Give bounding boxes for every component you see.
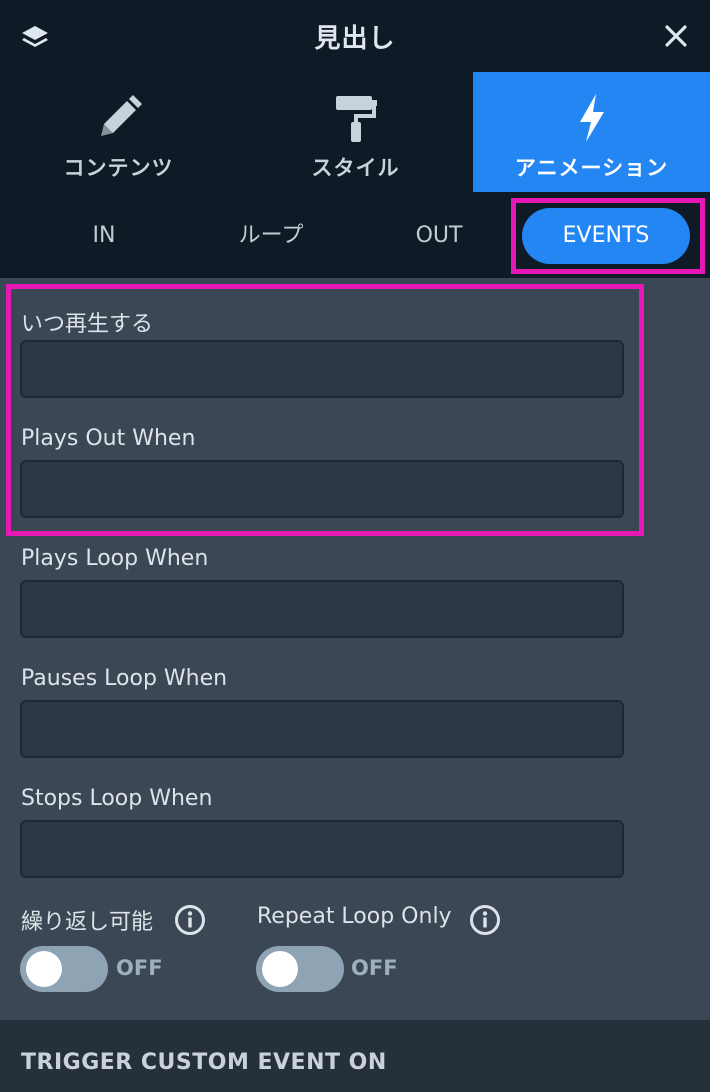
tab-style-label: スタイル [311, 156, 400, 180]
subtab-loop[interactable]: ループ [212, 216, 330, 256]
info-icon[interactable] [174, 904, 206, 936]
pauses-loop-when-input[interactable] [20, 700, 624, 758]
tab-animation-label: アニメーション [514, 156, 669, 180]
tab-animation[interactable]: アニメーション [473, 72, 710, 192]
sub-tabs: IN ループ OUT EVENTS [0, 192, 710, 278]
plays-when-input[interactable] [20, 340, 624, 398]
paint-roller-icon [335, 96, 377, 142]
subtab-events[interactable]: EVENTS [522, 208, 690, 264]
field-label-stops-loop-when: Stops Loop When [21, 786, 213, 811]
main-tabs: コンテンツ スタイル アニメーション [0, 72, 710, 192]
panel-header: 見出し [0, 0, 710, 72]
toggle-knob [262, 951, 298, 987]
section-title: TRIGGER CUSTOM EVENT ON [21, 1050, 387, 1075]
repeatable-toggle-state: OFF [116, 956, 163, 980]
toggle-label-repeatable: 繰り返し可能 [21, 910, 154, 935]
field-label-plays-out-when: Plays Out When [21, 426, 196, 451]
info-icon[interactable] [469, 904, 501, 936]
repeat-loop-only-toggle[interactable] [256, 946, 344, 992]
toggle-knob [26, 951, 62, 987]
subtab-in[interactable]: IN [46, 216, 162, 256]
subtab-out[interactable]: OUT [380, 216, 498, 256]
field-label-plays-when: いつ再生する [21, 312, 154, 337]
plays-loop-when-input[interactable] [20, 580, 624, 638]
repeat-loop-only-toggle-state: OFF [351, 956, 398, 980]
field-label-plays-loop-when: Plays Loop When [21, 546, 209, 571]
tab-style[interactable]: スタイル [237, 72, 474, 192]
lightning-bolt-icon [579, 94, 604, 142]
tab-content-label: コンテンツ [63, 156, 174, 180]
section-trigger-custom-event[interactable]: TRIGGER CUSTOM EVENT ON [0, 1020, 710, 1092]
pencil-icon [100, 95, 142, 136]
plays-out-when-input[interactable] [20, 460, 624, 518]
stops-loop-when-input[interactable] [20, 820, 624, 878]
close-icon[interactable] [664, 24, 688, 48]
toggle-label-repeat-loop-only: Repeat Loop Only [257, 904, 452, 929]
tab-content[interactable]: コンテンツ [0, 72, 237, 192]
field-label-pauses-loop-when: Pauses Loop When [21, 666, 228, 691]
panel-title: 見出し [314, 24, 396, 54]
repeatable-toggle[interactable] [20, 946, 108, 992]
